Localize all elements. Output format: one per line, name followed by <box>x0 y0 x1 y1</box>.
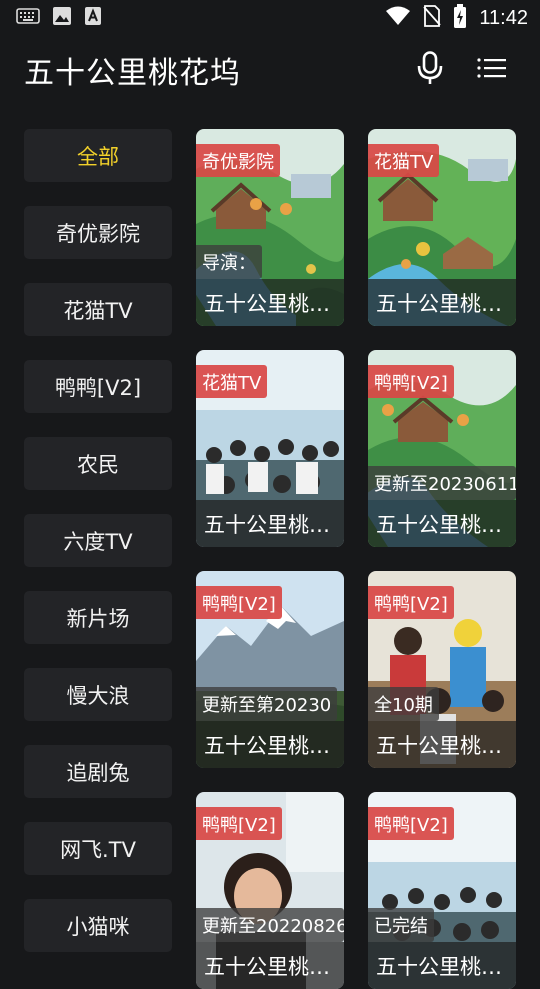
update-note: 更新至第20230 <box>196 687 338 721</box>
source-filter-item[interactable]: 六度TV <box>24 514 172 567</box>
source-tag: 鸭鸭[V2] <box>368 807 454 840</box>
source-filter-item[interactable]: 花猫TV <box>24 283 172 336</box>
result-title: 五十公里桃花坞 <box>196 942 344 989</box>
result-title-text: 五十公里桃花坞 <box>204 512 336 537</box>
result-card[interactable]: 花猫TV 五十公里桃花坞 <box>368 129 516 326</box>
source-filter-item[interactable]: 追剧兔 <box>24 745 172 798</box>
result-title: 五十公里桃花坞 <box>196 279 344 326</box>
result-title-text: 五十公里桃花坞 <box>376 954 508 979</box>
result-title: 五十公里桃花坞 <box>196 500 344 547</box>
result-card[interactable]: 鸭鸭[V2] 更新至第20230 五十公里桃花坞 <box>196 571 344 768</box>
result-title: 五十公里桃花坞 <box>368 942 516 989</box>
microphone-icon <box>415 51 445 89</box>
result-card[interactable]: 鸭鸭[V2] 更新至20230611 五十公里桃花坞 <box>368 350 516 547</box>
result-card[interactable]: 花猫TV 五十公里桃花坞 <box>196 350 344 547</box>
result-title: 五十公里桃花坞 <box>368 279 516 326</box>
source-filter-item[interactable]: 新片场 <box>24 591 172 644</box>
result-card[interactable]: 奇优影院 导演： 五十公里桃花坞 <box>196 129 344 326</box>
result-title: 五十公里桃花坞 <box>196 721 344 768</box>
update-note: 全10期 <box>368 687 439 721</box>
source-tag: 鸭鸭[V2] <box>368 365 454 398</box>
result-card[interactable]: 鸭鸭[V2] 全10期 五十公里桃花坞 <box>368 571 516 768</box>
update-note: 已完结 <box>368 908 434 942</box>
result-title-text: 五十公里桃花坞 <box>204 733 336 758</box>
source-tag: 鸭鸭[V2] <box>368 586 454 619</box>
app-notification-icon <box>84 6 102 30</box>
result-title-text: 五十公里桃花坞 <box>376 733 508 758</box>
source-filter-list: 全部 奇优影院 花猫TV 鸭鸭[V2] 农民 六度TV 新片场 慢大浪 追剧兔 … <box>24 129 172 976</box>
source-filter-item[interactable]: 小猫咪 <box>24 899 172 952</box>
result-title-text: 五十公里桃花坞 <box>376 291 508 316</box>
status-time: 11:42 <box>479 6 528 29</box>
source-filter-item[interactable]: 慢大浪 <box>24 668 172 721</box>
list-menu-icon <box>477 57 507 83</box>
app-bar: 五十公里桃花坞 <box>0 40 540 100</box>
source-filter-all[interactable]: 全部 <box>24 129 172 182</box>
source-filter-item[interactable]: 鸭鸭[V2] <box>24 360 172 413</box>
result-title: 五十公里桃花坞 <box>368 500 516 547</box>
source-filter-item[interactable]: 网飞.TV <box>24 822 172 875</box>
result-title: 五十公里桃花坞 <box>368 721 516 768</box>
result-title-text: 五十公里桃花坞 <box>376 512 508 537</box>
source-tag: 花猫TV <box>368 144 440 177</box>
voice-search-button[interactable] <box>406 46 454 94</box>
menu-button[interactable] <box>468 46 516 94</box>
status-bar: 11:42 <box>0 0 540 36</box>
wifi-icon <box>385 6 411 30</box>
source-tag: 奇优影院 <box>196 144 280 177</box>
keyboard-icon <box>16 8 40 28</box>
battery-charging-icon <box>453 4 467 32</box>
update-note: 导演： <box>196 245 262 279</box>
update-note: 更新至20230611 <box>368 466 516 500</box>
result-title-text: 五十公里桃花坞 <box>204 291 336 316</box>
no-sim-icon <box>423 5 442 31</box>
source-tag: 花猫TV <box>196 365 268 398</box>
update-note: 更新至20220826 <box>196 908 344 942</box>
source-filter-item[interactable]: 农民 <box>24 437 172 490</box>
result-title-text: 五十公里桃花坞 <box>204 954 336 979</box>
search-keyword-title: 五十公里桃花坞 <box>24 56 241 91</box>
image-icon <box>52 6 72 30</box>
result-card[interactable]: 鸭鸭[V2] 更新至20220826 五十公里桃花坞 <box>196 792 344 989</box>
result-card[interactable]: 鸭鸭[V2] 已完结 五十公里桃花坞 <box>368 792 516 989</box>
source-tag: 鸭鸭[V2] <box>196 586 282 619</box>
source-tag: 鸭鸭[V2] <box>196 807 282 840</box>
source-filter-item[interactable]: 奇优影院 <box>24 206 172 259</box>
